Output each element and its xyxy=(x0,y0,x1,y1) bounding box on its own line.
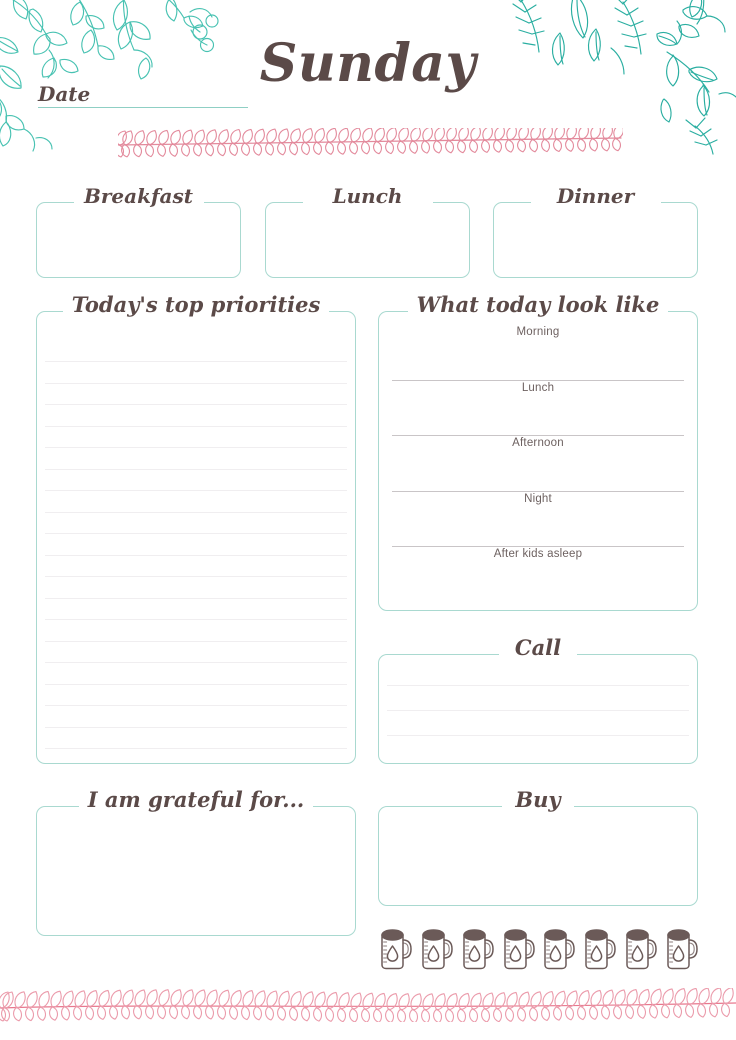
schedule-slot[interactable]: Afternoon xyxy=(392,436,684,492)
schedule-label: What today look like xyxy=(378,292,698,317)
schedule-slot[interactable]: After kids asleep xyxy=(392,547,684,603)
priorities-line[interactable] xyxy=(45,705,347,706)
call-label: Call xyxy=(378,635,698,660)
meal-box-lunch[interactable]: Lunch xyxy=(265,184,470,278)
priorities-line[interactable] xyxy=(45,404,347,405)
schedule-slot-label: After kids asleep xyxy=(493,548,583,561)
date-field-group: Date xyxy=(38,84,248,108)
schedule-slot[interactable]: Morning xyxy=(392,325,684,381)
schedule-slot[interactable]: Lunch xyxy=(392,381,684,437)
mug-water-drop-icon[interactable] xyxy=(582,924,616,970)
mug-water-drop-icon[interactable] xyxy=(378,924,412,970)
mug-water-drop-icon[interactable] xyxy=(664,924,698,970)
mug-water-drop-icon[interactable] xyxy=(541,924,576,970)
priorities-line[interactable] xyxy=(45,511,347,513)
priorities-line[interactable] xyxy=(45,619,347,620)
buy-box[interactable]: Buy xyxy=(378,787,698,906)
priorities-line[interactable] xyxy=(45,361,347,362)
mug-water-drop-icon[interactable] xyxy=(501,924,535,970)
call-box[interactable]: Call xyxy=(378,635,698,764)
meal-box-dinner[interactable]: Dinner xyxy=(493,184,698,278)
schedule-slot-label: Morning xyxy=(516,326,560,338)
priorities-line[interactable] xyxy=(45,726,347,728)
schedule-slot[interactable]: Night xyxy=(392,492,684,548)
priorities-line[interactable] xyxy=(45,490,347,491)
call-line[interactable] xyxy=(387,685,689,686)
priorities-line[interactable] xyxy=(45,597,347,599)
priorities-line[interactable] xyxy=(45,425,347,427)
schedule-slot-label: Night xyxy=(524,492,552,505)
water-tracker xyxy=(378,920,698,970)
priorities-line[interactable] xyxy=(45,554,347,556)
planner-page: Sunday Date Breakfast Lunch Dinner Today… xyxy=(0,0,736,1040)
priorities-line[interactable] xyxy=(45,382,347,384)
call-line[interactable] xyxy=(387,710,689,711)
mug-water-drop-icon[interactable] xyxy=(460,924,494,970)
meal-box-breakfast[interactable]: Breakfast xyxy=(36,184,241,278)
laurel-divider-bottom-icon xyxy=(0,987,736,1024)
call-ruled-lines xyxy=(387,654,689,764)
meal-label-breakfast: Breakfast xyxy=(36,184,241,208)
date-input[interactable] xyxy=(38,107,248,108)
priorities-line[interactable] xyxy=(45,640,347,642)
priorities-line[interactable] xyxy=(45,683,347,685)
meal-label-lunch: Lunch xyxy=(265,184,470,208)
priorities-ruled-lines xyxy=(45,311,347,764)
date-label: Date xyxy=(38,82,91,106)
priorities-label: Today's top priorities xyxy=(36,292,356,317)
priorities-line[interactable] xyxy=(45,533,347,534)
mug-water-drop-icon[interactable] xyxy=(419,924,453,970)
priorities-line[interactable] xyxy=(45,447,347,448)
priorities-box[interactable]: Today's top priorities xyxy=(36,292,356,764)
priorities-line[interactable] xyxy=(45,468,347,470)
call-line[interactable] xyxy=(387,735,689,736)
priorities-line[interactable] xyxy=(45,662,347,663)
schedule-slot-label: Afternoon xyxy=(512,437,564,450)
grateful-box[interactable]: I am grateful for... xyxy=(36,787,356,936)
buy-label: Buy xyxy=(378,787,698,812)
laurel-divider-top-icon xyxy=(115,124,624,158)
meal-label-dinner: Dinner xyxy=(493,184,698,208)
schedule-slot-list: Morning Lunch Afternoon Night After kids asl… xyxy=(392,325,684,603)
schedule-box[interactable]: What today look like Morning Lunch Afterno… xyxy=(378,292,698,611)
priorities-line[interactable] xyxy=(45,576,347,577)
mug-water-drop-icon[interactable] xyxy=(623,924,657,970)
priorities-line[interactable] xyxy=(45,748,347,749)
page-title: Sunday xyxy=(259,33,477,94)
schedule-slot-label: Lunch xyxy=(521,381,555,394)
grateful-label: I am grateful for... xyxy=(36,787,356,812)
